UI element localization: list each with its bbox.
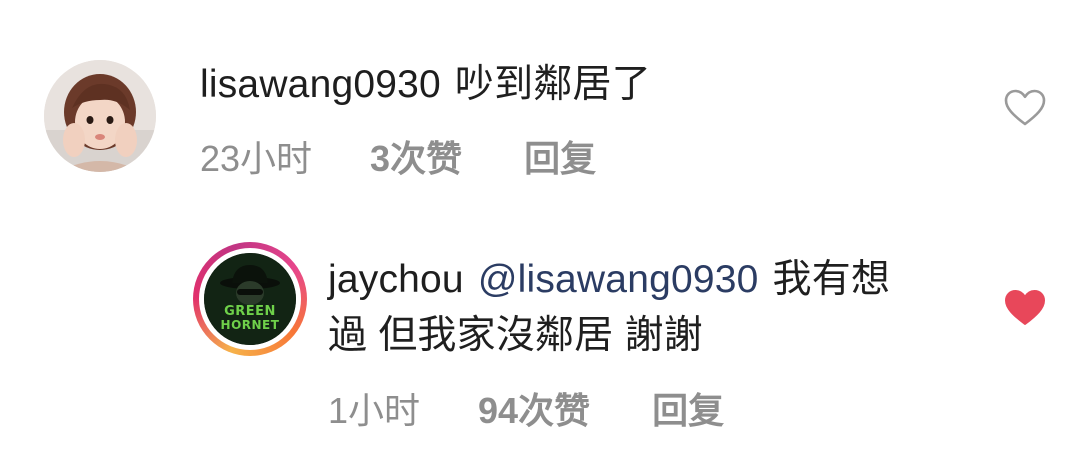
comment-text-block: jaychou @lisawang0930 我有想 過 但我家沒鄰居 謝謝: [328, 252, 968, 364]
mention-link[interactable]: @lisawang0930: [478, 258, 759, 301]
reply-comment: GREEN HORNET jaychou @lisawang0930 我有想 過 但…: [0, 230, 1080, 470]
reply-button[interactable]: 回复: [524, 130, 596, 182]
comment-thread: lisawang0930 吵到鄰居了 23小时 3次赞 回复 GREEN HOR…: [0, 0, 1080, 470]
comment-meta: 1小时 94次赞 回复: [328, 382, 968, 434]
comment-text-continued: 過 但我家沒鄰居 謝謝: [328, 314, 703, 357]
svg-text:HORNET: HORNET: [221, 318, 280, 332]
comment-meta: 23小时 3次赞 回复: [200, 130, 960, 182]
heart-filled-icon: [1005, 290, 1045, 325]
heart-outline-icon: [1004, 89, 1046, 126]
profile-photo-girl-icon: [44, 60, 156, 172]
like-button[interactable]: [1003, 288, 1047, 328]
comment-like-count[interactable]: 94次赞: [478, 382, 590, 434]
comment-text: 我有想: [772, 258, 891, 301]
comment-body: jaychou @lisawang0930 我有想 過 但我家沒鄰居 謝謝 1小时 …: [328, 252, 968, 434]
comment-like-count[interactable]: 3次赞: [370, 130, 462, 182]
comment-username[interactable]: jaychou: [328, 258, 464, 301]
comment-text-line: lisawang0930 吵到鄰居了: [200, 62, 960, 108]
like-button[interactable]: [1003, 88, 1047, 128]
svg-text:GREEN: GREEN: [224, 304, 276, 319]
user-avatar-lisawang0930[interactable]: [44, 60, 156, 172]
comment-text: 吵到鄰居了: [454, 63, 651, 106]
comment-time: 1小时: [328, 390, 421, 431]
comment-time: 23小时: [200, 138, 313, 179]
comment-body: lisawang0930 吵到鄰居了 23小时 3次赞 回复: [200, 62, 960, 182]
comment-username[interactable]: lisawang0930: [200, 63, 441, 106]
green-hornet-avatar-icon: GREEN HORNET: [204, 253, 296, 345]
comment: lisawang0930 吵到鄰居了 23小时 3次赞 回复: [0, 0, 1080, 230]
reply-button[interactable]: 回复: [652, 382, 724, 434]
user-avatar-jaychou[interactable]: GREEN HORNET: [204, 253, 296, 345]
